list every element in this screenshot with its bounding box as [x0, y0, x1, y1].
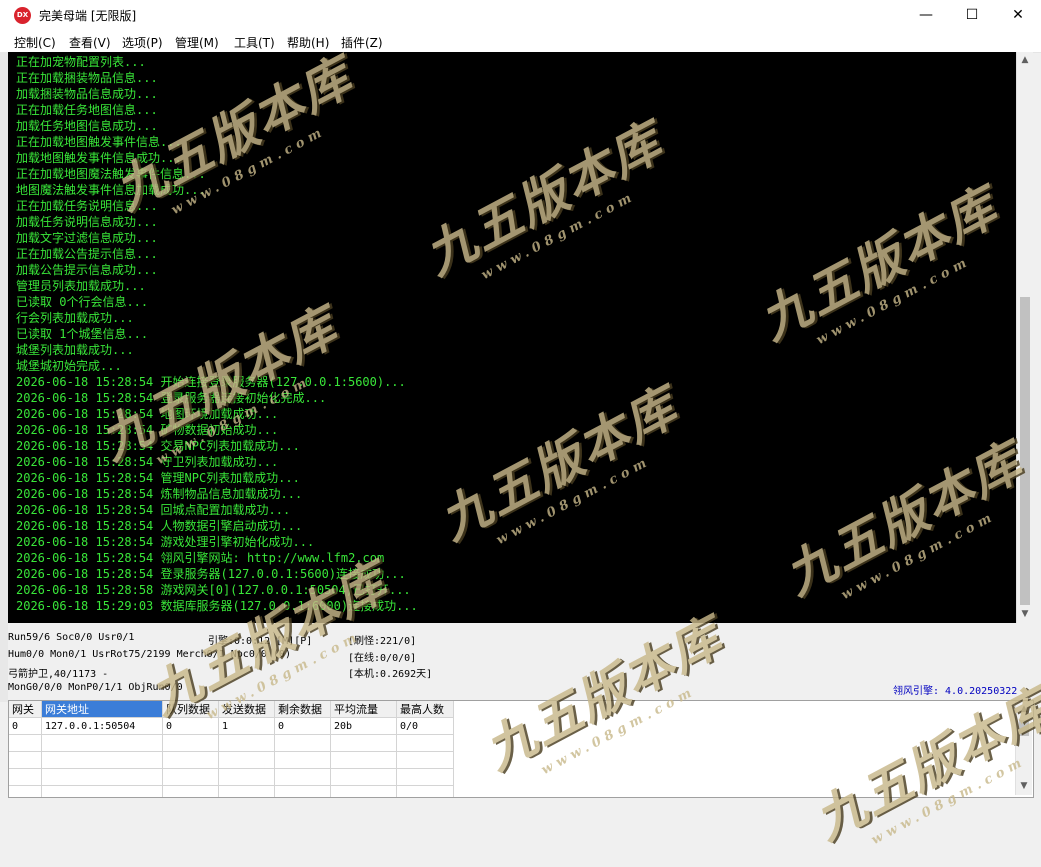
menu-help[interactable]: 帮助(H)	[287, 34, 329, 51]
log-line: 正在加载公告提示信息...	[16, 247, 158, 261]
table-scroll-down-icon[interactable]: ▼	[1016, 778, 1032, 795]
main-window: DX 完美母端 [无限版] — ☐ ✕ 控制(C) 查看(V) 选项(P) 管理…	[0, 0, 1041, 851]
status-panel: Run59/6 Soc0/0 Usr0/1 引擎:0:0:12 [M][P] […	[8, 630, 1032, 698]
menu-manage[interactable]: 管理(M)	[175, 34, 219, 51]
scroll-up-icon[interactable]: ▲	[1017, 52, 1033, 69]
cell-gateway: 0	[9, 717, 42, 735]
scroll-down-icon[interactable]: ▼	[1017, 606, 1033, 623]
table-scrollbar[interactable]: ▲ ▼	[1015, 701, 1032, 795]
menu-control[interactable]: 控制(C)	[14, 34, 56, 51]
log-line: 城堡列表加载成功...	[16, 343, 134, 357]
col-gateway-address[interactable]: 网关地址	[41, 701, 163, 718]
title-bar[interactable]: DX 完美母端 [无限版] — ☐ ✕	[0, 0, 1041, 31]
table-scroll-thumb[interactable]	[1019, 720, 1029, 736]
log-line: 2026-06-18 15:28:54 交易NPC列表加载成功...	[16, 439, 300, 453]
status-refresh: [刷怪:221/0]	[348, 636, 417, 647]
log-line: 2026-06-18 15:28:58 游戏网关[0](127.0.0.1:50…	[16, 583, 411, 597]
log-line: 加载公告提示信息成功...	[16, 263, 158, 277]
table-row[interactable]: 0 127.0.0.1:50504 0 1 0 20b 0/0	[9, 717, 454, 735]
cell-send: 1	[218, 717, 275, 735]
log-line: 2026-06-18 15:28:54 守卫列表加载成功...	[16, 455, 279, 469]
log-line: 加载任务地图信息成功...	[16, 119, 158, 133]
log-scrollbar[interactable]: ▲ ▼	[1016, 52, 1033, 623]
minimize-button[interactable]: —	[903, 0, 949, 31]
menu-tools[interactable]: 工具(T)	[234, 34, 275, 51]
cell-remaining: 0	[274, 717, 331, 735]
log-line: 2026-06-18 15:28:54 游戏处理引擎初始化成功...	[16, 535, 315, 549]
window-title: 完美母端 [无限版]	[39, 9, 137, 23]
col-gateway[interactable]: 网关	[9, 701, 42, 718]
col-remaining-data[interactable]: 剩余数据	[274, 701, 331, 718]
log-line: 正在加载地图魔法触发事件信息...	[16, 167, 206, 181]
log-line: 2026-06-18 15:28:54 人物数据引擎启动成功...	[16, 519, 303, 533]
log-line: 地图魔法触发事件信息加载成功...	[16, 183, 206, 197]
log-line: 2026-06-18 15:28:54 炼制物品信息加载成功...	[16, 487, 303, 501]
app-logo-icon: DX	[14, 7, 31, 24]
table-row	[9, 734, 454, 752]
log-line: 已读取 0个行会信息...	[16, 295, 149, 309]
log-line: 正在加宠物配置列表...	[16, 55, 146, 69]
status-hum: Hum0/0 Mon0/1 UsrRot75/2199 Merch0/1 Npc…	[8, 649, 291, 660]
log-line: 2026-06-18 15:28:54 回城点配置加载成功...	[16, 503, 291, 517]
gateway-grid: 网关 网关地址 队列数据 发送数据 剩余数据 平均流量 最高人数 0 127.0…	[9, 701, 454, 797]
log-line: 2026-06-18 15:28:54 登录服务器连接初始化完成...	[16, 391, 327, 405]
log-line: 2026-06-18 15:28:54 开始连接登录服务器(127.0.0.1:…	[16, 375, 406, 389]
cell-max: 0/0	[396, 717, 454, 735]
log-line: 正在加载地图触发事件信息...	[16, 135, 182, 149]
log-lines: 正在加宠物配置列表... 正在加载捆装物品信息... 加载捆装物品信息成功... 正在…	[16, 54, 418, 614]
status-engine: 引擎:0:0:12 [M][P]	[208, 636, 313, 647]
log-console[interactable]: 正在加宠物配置列表... 正在加载捆装物品信息... 加载捆装物品信息成功... 正在…	[8, 52, 1016, 623]
menu-plugins[interactable]: 插件(Z)	[341, 34, 383, 51]
cell-queue: 0	[162, 717, 219, 735]
log-line: 正在加载捆装物品信息...	[16, 71, 158, 85]
menu-view[interactable]: 查看(V)	[69, 34, 111, 51]
col-send-data[interactable]: 发送数据	[218, 701, 275, 718]
table-row	[9, 751, 454, 769]
log-line: 已读取 1个城堡信息...	[16, 327, 149, 341]
engine-version: 翎风引擎: 4.0.20250322	[893, 686, 1018, 697]
menu-options[interactable]: 选项(P)	[122, 34, 163, 51]
gateway-table[interactable]: 网关 网关地址 队列数据 发送数据 剩余数据 平均流量 最高人数 0 127.0…	[8, 700, 1034, 798]
status-run: Run59/6 Soc0/0 Usr0/1	[8, 632, 135, 643]
log-line: 2026-06-18 15:29:03 数据库服务器(127.0.0.1:600…	[16, 599, 418, 613]
menu-bar: 控制(C) 查看(V) 选项(P) 管理(M) 工具(T) 帮助(H) 插件(Z…	[0, 31, 1041, 53]
col-queue-data[interactable]: 队列数据	[162, 701, 219, 718]
close-button[interactable]: ✕	[995, 0, 1041, 31]
status-online: [在线:0/0/0]	[348, 653, 417, 664]
table-row	[9, 785, 454, 797]
status-guard: 弓箭护卫,40/1173 -	[8, 669, 109, 680]
log-line: 2026-06-18 15:28:54 管理NPC列表加载成功...	[16, 471, 300, 485]
status-local: [本机:0.2692天]	[348, 669, 433, 680]
table-row	[9, 768, 454, 786]
log-line: 2026-06-18 15:28:54 地图环境加载成功...	[16, 407, 279, 421]
log-line: 2026-06-18 15:28:54 翎风引擎网站: http://www.l…	[16, 551, 385, 565]
log-line: 2026-06-18 15:28:54 登录服务器(127.0.0.1:5600…	[16, 567, 406, 581]
col-avg-traffic[interactable]: 平均流量	[330, 701, 397, 718]
status-mon: MonG0/0/0 MonP0/1/1 ObjRun0/0	[8, 682, 183, 693]
log-line: 行会列表加载成功...	[16, 311, 134, 325]
col-max-users[interactable]: 最高人数	[396, 701, 454, 718]
log-line: 2026-06-18 15:28:54 矿物数据初始成功...	[16, 423, 279, 437]
log-line: 管理员列表加载成功...	[16, 279, 146, 293]
left-edge	[0, 52, 8, 702]
scroll-thumb[interactable]	[1020, 297, 1030, 605]
cell-address: 127.0.0.1:50504	[41, 717, 163, 735]
log-line: 加载捆装物品信息成功...	[16, 87, 158, 101]
maximize-button[interactable]: ☐	[949, 0, 995, 31]
log-line: 加载文字过滤信息成功...	[16, 231, 158, 245]
log-line: 城堡城初始完成...	[16, 359, 122, 373]
table-scroll-up-icon[interactable]: ▲	[1016, 701, 1032, 718]
log-line: 正在加载任务地图信息...	[16, 103, 158, 117]
log-line: 加载地图触发事件信息成功...	[16, 151, 182, 165]
cell-avg: 20b	[330, 717, 397, 735]
log-line: 正在加载任务说明信息...	[16, 199, 158, 213]
log-line: 加载任务说明信息成功...	[16, 215, 158, 229]
